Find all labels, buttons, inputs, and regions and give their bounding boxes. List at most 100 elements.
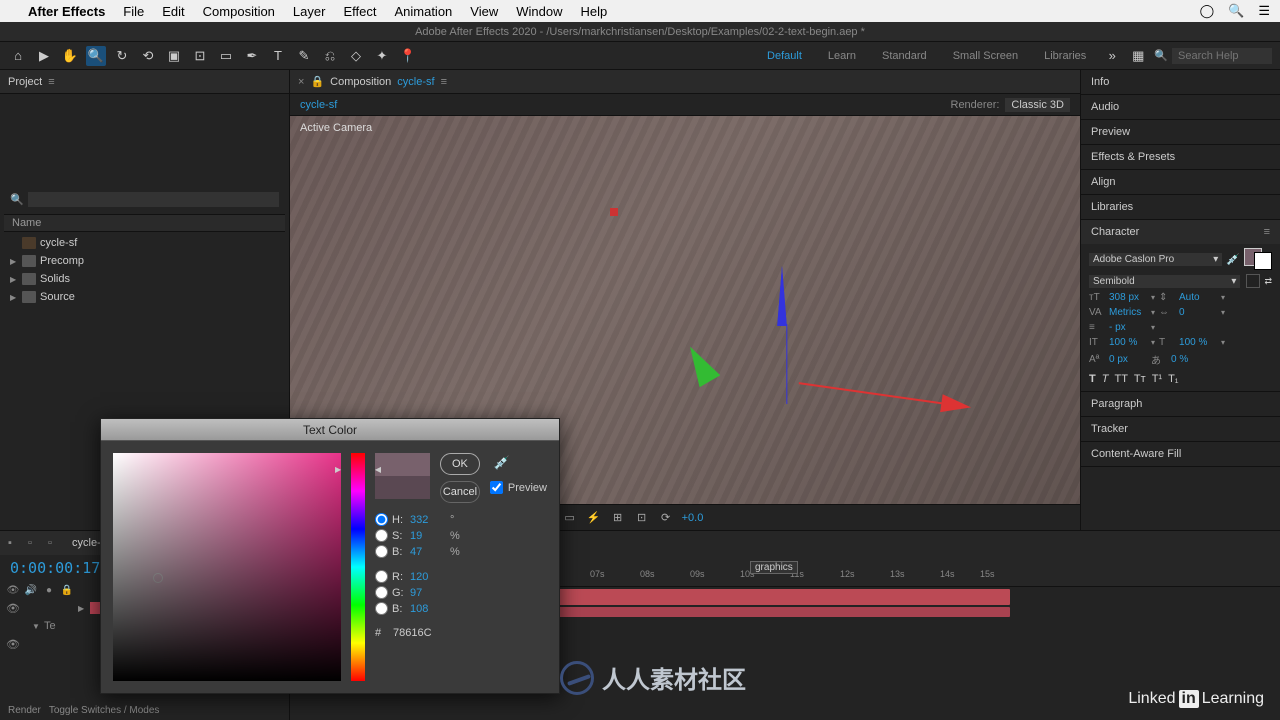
font-family-dropdown[interactable]: Adobe Caslon Pro▾: [1089, 253, 1222, 266]
panel-audio[interactable]: Audio: [1081, 95, 1280, 119]
hscale-value[interactable]: 100 %: [1179, 337, 1217, 348]
app-name[interactable]: After Effects: [28, 4, 105, 19]
comp-tab-name[interactable]: cycle-sf: [397, 76, 434, 88]
exposure-value[interactable]: +0.0: [682, 512, 704, 524]
preview-checkbox[interactable]: [490, 481, 503, 494]
timeline-tab-icon[interactable]: ▪: [8, 537, 24, 549]
search-help-input[interactable]: [1172, 48, 1272, 64]
fast-preview-icon[interactable]: ⚡: [586, 511, 602, 524]
layer2-visibility-icon[interactable]: 👁: [6, 638, 20, 651]
3d-gizmo[interactable]: [770, 406, 771, 407]
layer-twirl-icon[interactable]: ▶: [78, 604, 86, 613]
r-value[interactable]: 120: [410, 571, 446, 583]
type-tool-icon[interactable]: T: [268, 46, 288, 66]
panel-libraries[interactable]: Libraries: [1081, 195, 1280, 219]
b-radio[interactable]: [375, 545, 388, 558]
selection-tool-icon[interactable]: ▶: [34, 46, 54, 66]
leading-value[interactable]: Auto: [1179, 292, 1217, 303]
project-item-source[interactable]: ▶Source: [4, 288, 285, 306]
shape-tool-icon[interactable]: ▭: [216, 46, 236, 66]
stroke-width-value[interactable]: - px: [1109, 322, 1147, 333]
panel-align[interactable]: Align: [1081, 170, 1280, 194]
panel-content-aware-fill[interactable]: Content-Aware Fill: [1081, 442, 1280, 466]
menu-edit[interactable]: Edit: [162, 4, 184, 19]
vscale-value[interactable]: 100 %: [1109, 337, 1147, 348]
allcaps-button[interactable]: TT: [1114, 373, 1127, 385]
project-column-name[interactable]: Name: [4, 214, 285, 232]
panel-preview[interactable]: Preview: [1081, 120, 1280, 144]
project-search-input[interactable]: [28, 192, 279, 207]
tsume-value[interactable]: 0 %: [1171, 354, 1209, 365]
stroke-color-swatch[interactable]: [1246, 274, 1260, 288]
comp-flow-icon[interactable]: ⊡: [634, 511, 650, 524]
menu-view[interactable]: View: [470, 4, 498, 19]
dialog-title[interactable]: Text Color: [101, 419, 559, 441]
swap-colors-icon[interactable]: ⇄: [1264, 276, 1272, 287]
subscript-button[interactable]: T₁: [1168, 373, 1178, 385]
toggle-switches-button[interactable]: Toggle Switches / Modes: [49, 705, 160, 716]
lock-col-icon[interactable]: 🔒: [60, 585, 74, 596]
lock-icon[interactable]: 🔒: [310, 75, 324, 88]
y-axis-icon[interactable]: [777, 266, 787, 326]
old-color-swatch[interactable]: [375, 476, 430, 499]
timecode[interactable]: 0:00:00:17: [10, 559, 100, 577]
s-radio[interactable]: [375, 529, 388, 542]
superscript-button[interactable]: T¹: [1152, 373, 1162, 385]
comp-tab-menu-icon[interactable]: ≡: [441, 76, 447, 88]
video-col-icon[interactable]: 👁: [6, 585, 20, 596]
panel-info[interactable]: Info: [1081, 70, 1280, 94]
kerning-value[interactable]: Metrics: [1109, 307, 1147, 318]
panel-tracker[interactable]: Tracker: [1081, 417, 1280, 441]
color-field-cursor[interactable]: [153, 573, 163, 583]
hex-value[interactable]: 78616C: [393, 627, 432, 639]
h-radio[interactable]: [375, 513, 388, 526]
render-queue-icon[interactable]: ▫: [28, 537, 44, 549]
workspace-smallscreen[interactable]: Small Screen: [943, 47, 1028, 65]
workspace-default[interactable]: Default: [757, 47, 812, 65]
pixel-aspect-icon[interactable]: ▭: [562, 511, 578, 524]
b-value[interactable]: 47: [410, 546, 446, 558]
marker-graphics[interactable]: graphics: [750, 561, 798, 574]
rotate-tool-icon[interactable]: ⟲: [138, 46, 158, 66]
project-item-cycle-sf[interactable]: cycle-sf: [4, 234, 285, 252]
workspace-learn[interactable]: Learn: [818, 47, 866, 65]
timeline-link-icon[interactable]: ⊞: [610, 511, 626, 524]
project-item-precomp[interactable]: ▶Precomp: [4, 252, 285, 270]
b2-value[interactable]: 108: [410, 603, 446, 615]
hand-tool-icon[interactable]: ✋: [60, 46, 80, 66]
renderer-mode[interactable]: Classic 3D: [1005, 98, 1070, 112]
eyedropper-tool-icon[interactable]: 💉: [494, 455, 510, 471]
r-radio[interactable]: [375, 570, 388, 583]
pen-tool-icon[interactable]: ✒: [242, 46, 262, 66]
project-item-solids[interactable]: ▶Solids: [4, 270, 285, 288]
g-value[interactable]: 97: [410, 587, 446, 599]
font-style-dropdown[interactable]: Semibold▾: [1089, 275, 1240, 288]
roto-tool-icon[interactable]: ✦: [372, 46, 392, 66]
g-radio[interactable]: [375, 586, 388, 599]
breadcrumb[interactable]: cycle-sf: [300, 99, 337, 111]
workspace-libraries[interactable]: Libraries: [1034, 47, 1096, 65]
spotlight-icon[interactable]: 🔍: [1228, 3, 1244, 19]
smallcaps-button[interactable]: Tᴛ: [1134, 373, 1146, 385]
panel-effects-presets[interactable]: Effects & Presets: [1081, 145, 1280, 169]
workspace-overflow-icon[interactable]: »: [1102, 46, 1122, 66]
menu-extra-icon[interactable]: ☰: [1258, 3, 1270, 19]
h-value[interactable]: 332: [410, 514, 446, 526]
baseline-value[interactable]: 0 px: [1109, 354, 1147, 365]
zoom-tool-icon[interactable]: 🔍: [86, 46, 106, 66]
new-color-swatch[interactable]: [375, 453, 430, 476]
cloud-icon[interactable]: ◯: [1200, 3, 1215, 19]
italic-button[interactable]: T: [1102, 373, 1109, 385]
workspace-standard[interactable]: Standard: [872, 47, 937, 65]
eraser-tool-icon[interactable]: ◇: [346, 46, 366, 66]
menu-window[interactable]: Window: [516, 4, 562, 19]
font-size-value[interactable]: 308 px: [1109, 292, 1147, 303]
ok-button[interactable]: OK: [440, 453, 480, 475]
bold-button[interactable]: T: [1089, 373, 1096, 385]
panel-character[interactable]: Character≡: [1081, 220, 1280, 244]
menu-layer[interactable]: Layer: [293, 4, 326, 19]
preview-checkbox-row[interactable]: Preview: [490, 481, 547, 494]
s-value[interactable]: 19: [410, 530, 446, 542]
menu-file[interactable]: File: [123, 4, 144, 19]
menu-animation[interactable]: Animation: [394, 4, 452, 19]
